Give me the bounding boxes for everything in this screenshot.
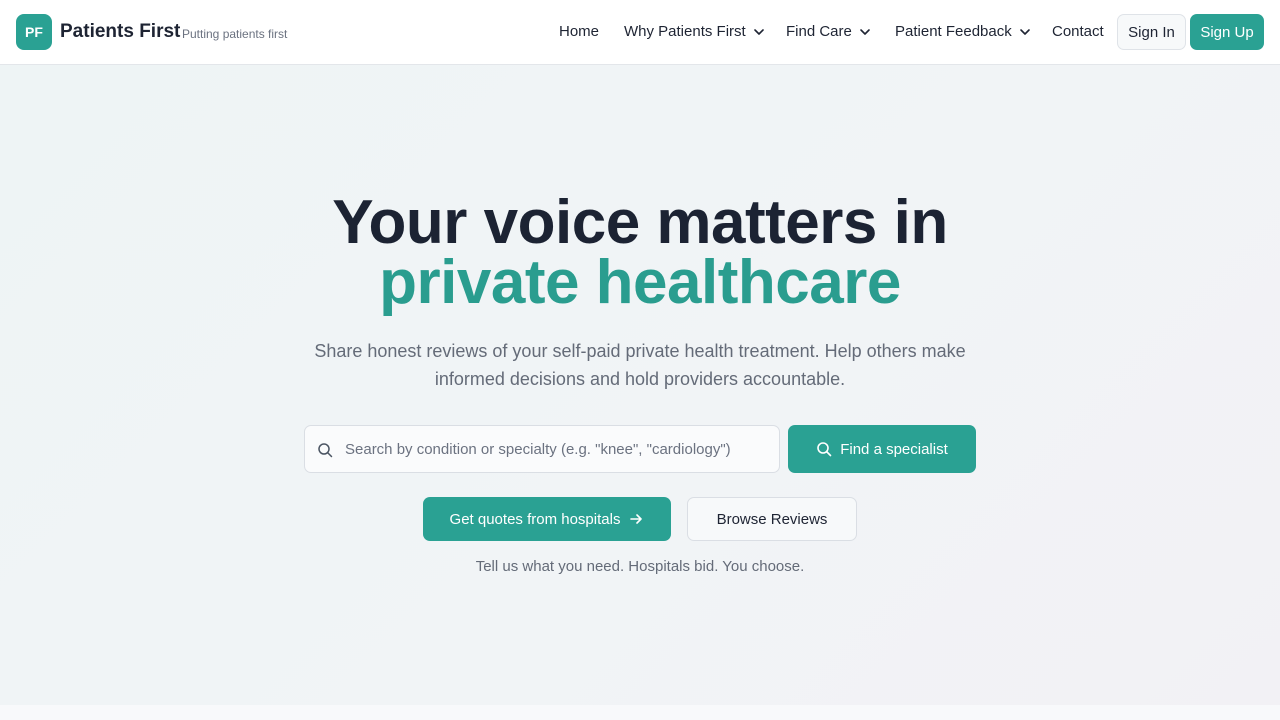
nav-find-care[interactable]: Find Care <box>786 22 872 42</box>
chevron-down-icon <box>858 25 872 39</box>
next-section-edge <box>0 705 1280 720</box>
logo-badge[interactable]: PF <box>16 14 52 50</box>
get-quotes-button[interactable]: Get quotes from hospitals <box>423 497 671 541</box>
hero-tagline: Tell us what you need. Hospitals bid. Yo… <box>475 558 805 575</box>
sign-up-button[interactable]: Sign Up <box>1190 14 1264 50</box>
hero-subtitle: Share honest reviews of your self-paid p… <box>314 341 966 389</box>
navbar: PF Patients First Putting patients first… <box>0 0 1280 65</box>
nav-feedback-label: Patient Feedback <box>895 23 1012 40</box>
nav-home-label: Home <box>559 23 600 40</box>
find-specialist-button[interactable]: Find a specialist <box>788 425 976 473</box>
nav-contact[interactable]: Contact <box>1052 22 1104 42</box>
get-quotes-label: Get quotes from hospitals <box>449 510 621 528</box>
browse-reviews-button[interactable]: Browse Reviews <box>687 497 857 541</box>
search-icon <box>816 441 832 457</box>
nav-find-care-label: Find Care <box>786 23 852 40</box>
nav-why-label: Why Patients First <box>624 23 746 40</box>
nav-patient-feedback[interactable]: Patient Feedback <box>895 22 1032 42</box>
nav-home[interactable]: Home <box>559 22 599 42</box>
nav-why-patients-first[interactable]: Why Patients First <box>624 22 766 42</box>
brand-tagline: Putting patients first <box>182 27 288 41</box>
brand-name[interactable]: Patients First <box>60 20 180 44</box>
sign-in-button[interactable]: Sign In <box>1117 14 1186 50</box>
chevron-down-icon <box>752 25 766 39</box>
search-icon <box>317 442 333 458</box>
search-input[interactable] <box>345 426 775 472</box>
hero-title-line2: private healthcare <box>379 248 901 317</box>
arrow-right-icon <box>628 511 644 527</box>
chevron-down-icon <box>1018 25 1032 39</box>
nav-contact-label: Contact <box>1052 23 1104 40</box>
hero-title-line1: Your voice matters in <box>332 188 948 257</box>
find-specialist-label: Find a specialist <box>840 440 948 458</box>
search-box[interactable] <box>304 425 780 473</box>
